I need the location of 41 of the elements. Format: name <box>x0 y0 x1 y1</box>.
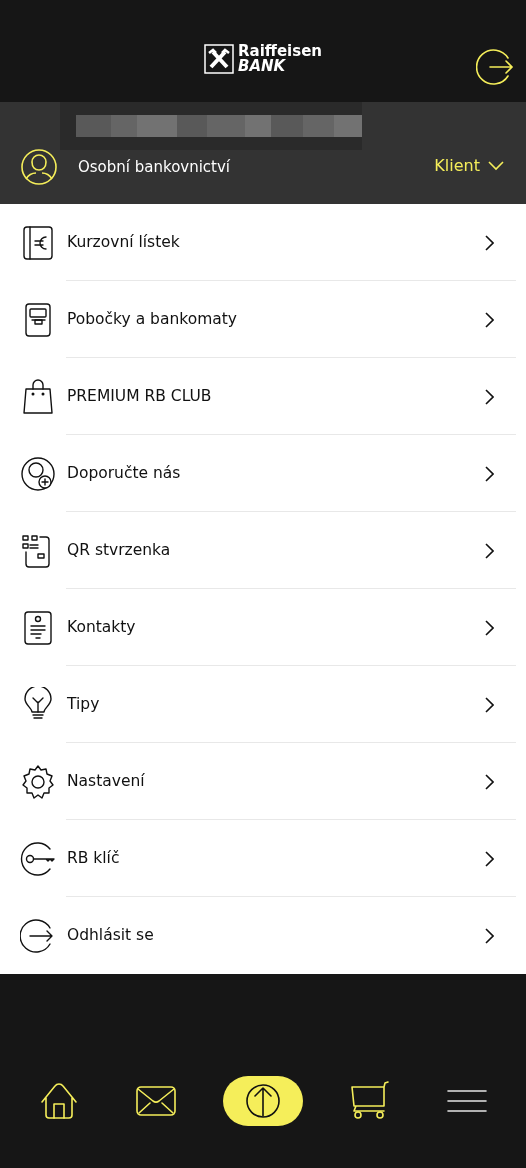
person-plus-icon <box>20 455 56 492</box>
menu-item[interactable]: RB klíč <box>0 820 526 897</box>
shopping-bag-icon <box>20 378 56 415</box>
chevron-right-icon <box>484 773 494 790</box>
nav-button[interactable] <box>222 1076 303 1126</box>
menu-item[interactable]: PREMIUM RB CLUB <box>0 358 526 435</box>
chevron-down-icon <box>488 161 504 171</box>
cart-icon <box>350 1081 391 1121</box>
menu-item[interactable]: Kurzovní lístek <box>0 204 526 281</box>
logo-text: Raiffeisen <box>237 44 323 59</box>
menu-icon <box>447 1089 488 1113</box>
logo-text: BANK <box>237 59 287 74</box>
chevron-right-icon <box>484 696 494 713</box>
chevron-right-icon <box>484 542 494 559</box>
chevron-right-icon <box>484 388 494 405</box>
home-icon <box>38 1081 79 1121</box>
menu-item[interactable]: Tipy <box>0 666 526 743</box>
logout-icon <box>20 917 56 954</box>
chevron-right-icon <box>484 927 494 944</box>
user-avatar-icon <box>20 148 58 186</box>
menu-item[interactable]: Doporučte nás <box>0 435 526 512</box>
menu-item[interactable]: QR stvrzenka <box>0 512 526 589</box>
bank-logo-icon <box>203 44 234 74</box>
chevron-right-icon <box>484 465 494 482</box>
chevron-right-icon <box>484 619 494 636</box>
euro-book-icon <box>20 224 56 261</box>
key-icon <box>20 840 56 877</box>
arrow-up-circle-icon <box>244 1083 281 1119</box>
menu-item[interactable]: Pobočky a bankomaty <box>0 281 526 358</box>
mail-icon <box>135 1085 176 1117</box>
menu-item[interactable]: Odhlásit se <box>0 897 526 974</box>
logout-button[interactable] <box>476 48 514 86</box>
chevron-right-icon <box>484 311 494 328</box>
logout-icon <box>476 48 514 86</box>
settings-icon <box>20 763 56 800</box>
menu-item[interactable]: Nastavení <box>0 743 526 820</box>
profile-subtitle: Osobní bankovnictví <box>78 156 231 178</box>
chevron-right-icon <box>484 234 494 251</box>
chevron-right-icon <box>484 850 494 867</box>
menu-item[interactable]: Kontakty <box>0 589 526 666</box>
role-dropdown[interactable]: Klient <box>434 154 504 178</box>
